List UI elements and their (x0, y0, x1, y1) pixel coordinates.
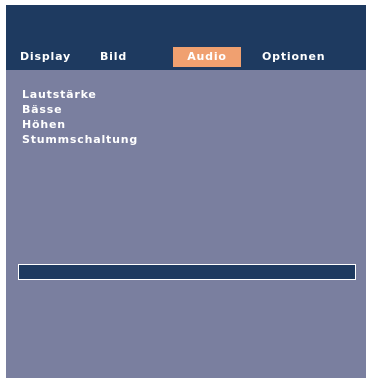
menu-item-hoehen[interactable]: Höhen (22, 117, 138, 132)
tab-bild[interactable]: Bild (100, 47, 140, 67)
tab-display[interactable]: Display (20, 47, 70, 67)
menu-item-baesse[interactable]: Bässe (22, 102, 138, 117)
tab-optionen[interactable]: Optionen (262, 47, 342, 67)
tab-audio[interactable]: Audio (173, 47, 241, 67)
value-bar (18, 264, 356, 280)
audio-menu-list: Lautstärke Bässe Höhen Stummschaltung (22, 87, 138, 147)
menu-item-lautstaerke[interactable]: Lautstärke (22, 87, 138, 102)
tab-bar: Display Bild Audio Optionen (6, 5, 366, 70)
menu-item-stummschaltung[interactable]: Stummschaltung (22, 132, 138, 147)
osd-menu: Display Bild Audio Optionen Lautstärke B… (6, 5, 366, 378)
